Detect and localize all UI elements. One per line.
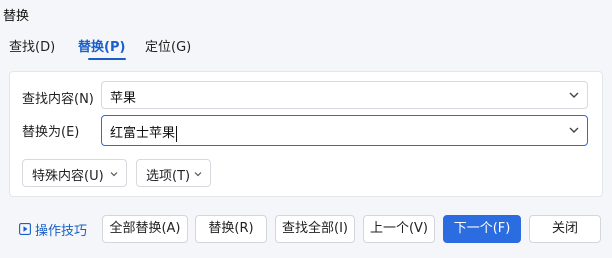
active-tab-indicator — [88, 58, 126, 60]
chevron-down-icon[interactable] — [567, 123, 581, 137]
replace-with-combobox[interactable]: 红富士苹果 — [101, 115, 588, 146]
replace-with-value: 红富士苹果 — [110, 125, 178, 142]
options-dropdown[interactable]: 选项(T) — [136, 159, 211, 187]
title-bar: 替换 — [0, 0, 612, 28]
chevron-down-icon[interactable] — [567, 88, 581, 102]
tab-goto[interactable]: 定位(G) — [145, 36, 191, 55]
next-button[interactable]: 下一个(F) — [443, 215, 521, 243]
special-content-dropdown[interactable]: 特殊内容(U) — [22, 159, 127, 187]
window-title: 替换 — [3, 9, 30, 24]
find-all-button[interactable]: 查找全部(I) — [275, 215, 355, 243]
chevron-down-icon — [110, 172, 118, 177]
chevron-down-icon — [194, 172, 202, 177]
play-icon — [19, 223, 31, 235]
operation-tips-label: 操作技巧 — [35, 224, 88, 239]
close-button[interactable]: 关闭 — [529, 215, 601, 243]
previous-button[interactable]: 上一个(V) — [363, 215, 435, 243]
special-content-label: 特殊内容(U) — [32, 169, 104, 184]
text-caret — [176, 125, 178, 142]
replace-dialog: 替换 查找(D) 替换(P) 定位(G) 查找内容(N) 苹果 替换为(E) 红… — [0, 0, 612, 258]
replace-panel: 查找内容(N) 苹果 替换为(E) 红富士苹果 特殊内容(U) 选项(T) — [9, 71, 603, 197]
tab-bar: 查找(D) 替换(P) 定位(G) — [0, 30, 612, 62]
tab-find[interactable]: 查找(D) — [9, 36, 55, 55]
find-what-combobox[interactable]: 苹果 — [101, 81, 588, 109]
replace-all-button[interactable]: 全部替换(A) — [102, 215, 188, 243]
find-what-label: 查找内容(N) — [22, 92, 94, 107]
replace-with-label: 替换为(E) — [22, 125, 80, 140]
find-what-value: 苹果 — [110, 91, 137, 106]
replace-button[interactable]: 替换(R) — [195, 215, 267, 243]
tab-replace[interactable]: 替换(P) — [78, 36, 125, 55]
options-label: 选项(T) — [146, 169, 191, 184]
